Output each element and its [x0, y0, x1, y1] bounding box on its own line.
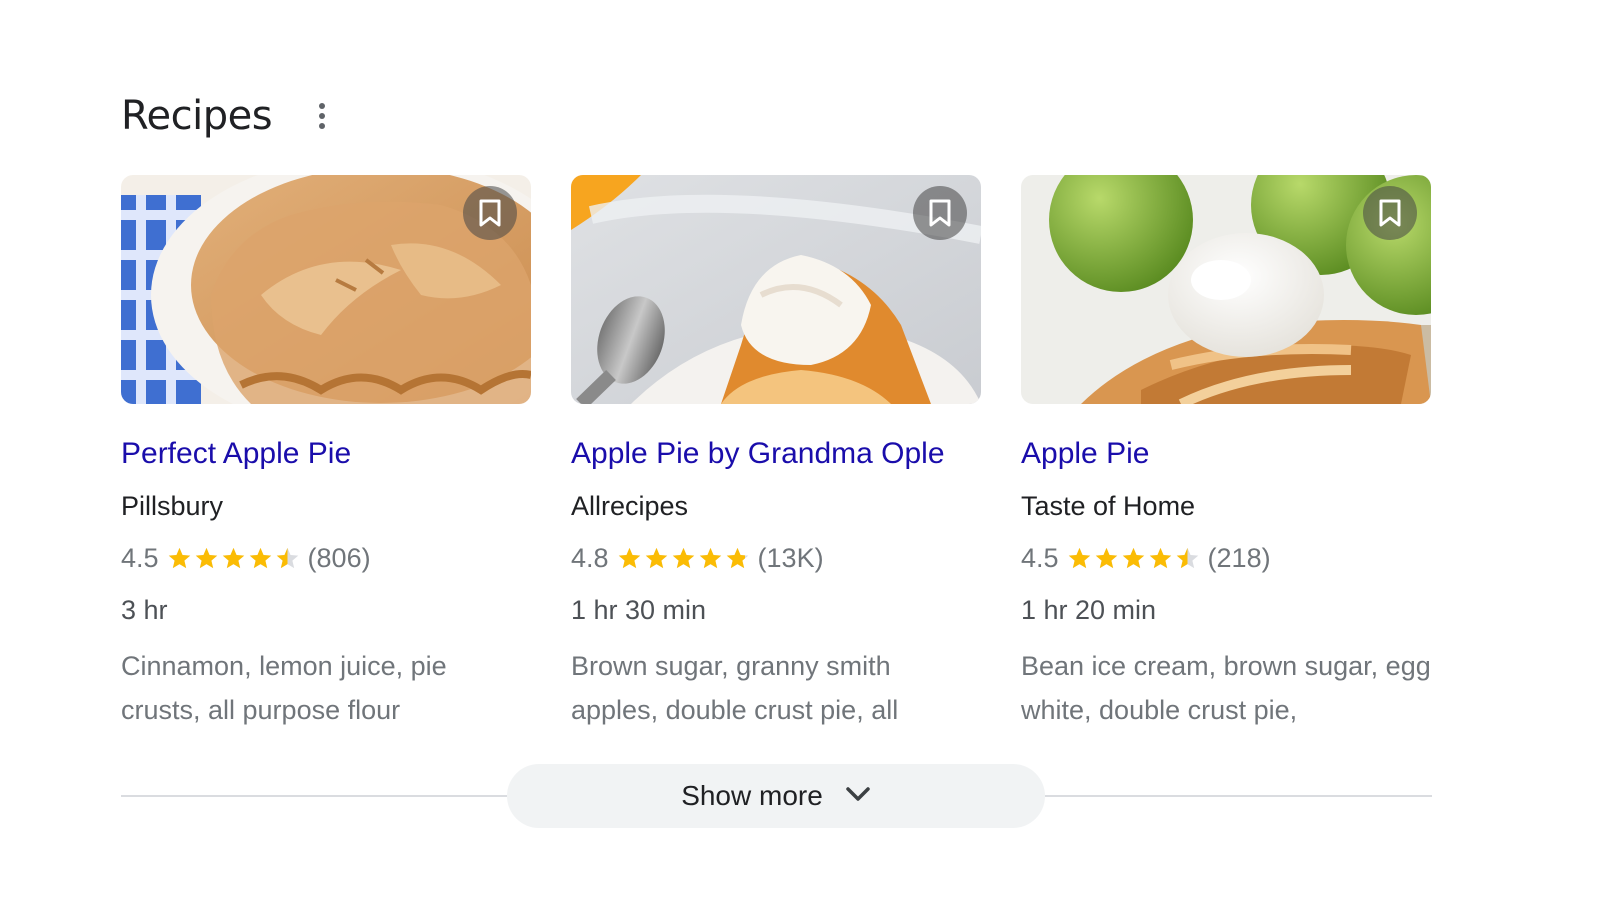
- rating-value: 4.8: [571, 543, 609, 573]
- star-icon: [249, 547, 271, 568]
- star-icon: [1095, 547, 1117, 568]
- recipe-card[interactable]: Perfect Apple Pie Pillsbury 4.5 (806) 3 …: [121, 175, 531, 732]
- ingredients: Brown sugar, granny smith apples, double…: [571, 651, 899, 725]
- rating-row: 4.5 (806): [121, 540, 531, 576]
- ingredients: Cinnamon, lemon juice, pie crusts, all p…: [121, 651, 447, 725]
- recipe-title[interactable]: Apple Pie by Grandma Ople: [571, 434, 981, 474]
- star-icon: [618, 547, 640, 568]
- rating-row: 4.5 (218): [1021, 540, 1431, 576]
- star-icon: [222, 547, 244, 568]
- rating-value: 4.5: [1021, 543, 1059, 573]
- rating-row: 4.8 (13K): [571, 540, 981, 576]
- more-options-icon[interactable]: [312, 100, 332, 132]
- cook-time: 1 hr 20 min: [1021, 595, 1157, 625]
- star-rating: [1067, 546, 1200, 571]
- recipe-card[interactable]: Apple Pie Taste of Home 4.5 (218) 1 hr 2…: [1021, 175, 1431, 732]
- review-count: (218): [1207, 543, 1271, 573]
- recipe-source: Allrecipes: [571, 491, 689, 521]
- star-icon: [168, 547, 190, 568]
- star-icon: [195, 547, 217, 568]
- recipe-image[interactable]: [121, 175, 531, 404]
- rating-value: 4.5: [121, 543, 159, 573]
- star-icon: [276, 547, 298, 568]
- recipe-source: Pillsbury: [121, 491, 224, 521]
- star-icon: [1122, 547, 1144, 568]
- recipe-card[interactable]: Apple Pie by Grandma Ople Allrecipes 4.8…: [571, 175, 981, 732]
- review-count: (806): [307, 543, 371, 573]
- recipes-header: Recipes: [121, 92, 332, 140]
- recipe-image[interactable]: [571, 175, 981, 404]
- star-icon: [1176, 547, 1198, 568]
- star-icon: [699, 547, 721, 568]
- cook-time: 1 hr 30 min: [571, 595, 707, 625]
- recipe-carousel: Perfect Apple Pie Pillsbury 4.5 (806) 3 …: [121, 175, 1431, 732]
- bookmark-icon[interactable]: [913, 186, 967, 240]
- recipe-image[interactable]: [1021, 175, 1431, 404]
- section-title: Recipes: [121, 93, 273, 139]
- recipe-title[interactable]: Apple Pie: [1021, 434, 1431, 474]
- star-icon: [645, 547, 667, 568]
- bookmark-icon[interactable]: [1363, 186, 1417, 240]
- star-icon: [672, 547, 694, 568]
- star-icon: [1149, 547, 1171, 568]
- star-icon: [1068, 547, 1090, 568]
- recipe-title[interactable]: Perfect Apple Pie: [121, 434, 531, 474]
- star-rating: [167, 546, 300, 571]
- bookmark-icon[interactable]: [463, 186, 517, 240]
- star-icon: [726, 547, 748, 568]
- recipe-source: Taste of Home: [1021, 491, 1196, 521]
- divider-right: [1045, 795, 1432, 797]
- divider-left: [121, 795, 507, 797]
- star-rating: [617, 546, 750, 571]
- chevron-down-icon: [845, 786, 871, 807]
- cook-time: 3 hr: [121, 595, 168, 625]
- show-more-button[interactable]: Show more: [507, 764, 1045, 828]
- show-more-label: Show more: [681, 780, 823, 811]
- review-count: (13K): [757, 543, 824, 573]
- ingredients: Bean ice cream, brown sugar, egg white, …: [1021, 651, 1431, 725]
